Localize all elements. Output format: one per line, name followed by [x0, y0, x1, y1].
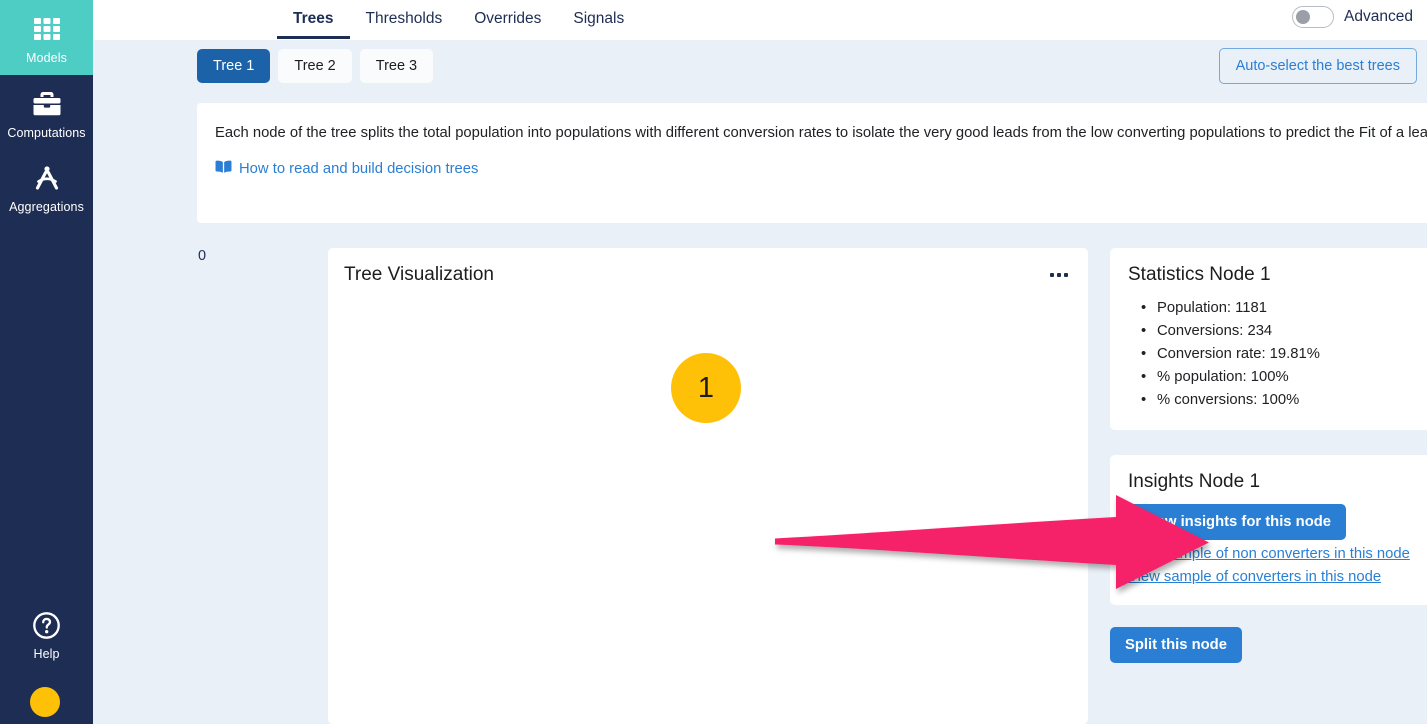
list-item: Population: 1181 — [1128, 297, 1427, 320]
split-this-node-button[interactable]: Split this node — [1110, 627, 1242, 663]
statistics-card: Statistics Node 1 Population: 1181 Conve… — [1110, 248, 1427, 430]
how-to-read-link-row[interactable]: How to read and build decision trees — [215, 159, 1427, 179]
sidebar-item-label: Models — [26, 51, 67, 65]
advanced-toggle[interactable] — [1292, 6, 1335, 28]
tree-tab-3[interactable]: Tree 3 — [359, 49, 434, 83]
tree-visualization-title: Tree Visualization — [344, 264, 494, 285]
depth-zero-marker: 0 — [198, 248, 207, 264]
sidebar-item-label: Aggregations — [9, 200, 84, 214]
app-root: Models Computations Aggregations Help Tr… — [0, 0, 1427, 724]
top-tabs: Trees Thresholds Overrides Signals — [277, 10, 640, 40]
tree-visualization-header: Tree Visualization — [328, 248, 1088, 286]
how-to-read-link[interactable]: How to read and build decision trees — [239, 161, 478, 177]
view-non-converters-link[interactable]: View sample of non converters in this no… — [1128, 543, 1427, 566]
description-text: Each node of the tree splits the total p… — [215, 125, 1427, 141]
sidebar-item-label: Computations — [7, 125, 86, 140]
statistics-title: Statistics Node 1 — [1128, 264, 1271, 285]
grid-icon — [30, 12, 64, 46]
tab-signals[interactable]: Signals — [557, 10, 640, 40]
book-icon — [215, 159, 232, 179]
main-content: Trees Thresholds Overrides Signals Advan… — [93, 0, 1427, 724]
advanced-toggle-group: Advanced — [1292, 6, 1413, 28]
tree-root-node[interactable]: 1 — [671, 353, 741, 423]
tab-thresholds[interactable]: Thresholds — [350, 10, 459, 40]
list-item: % population: 100% — [1128, 366, 1427, 389]
top-tab-bar: Trees Thresholds Overrides Signals Advan… — [93, 0, 1427, 40]
insights-links: View sample of non converters in this no… — [1128, 543, 1427, 589]
advanced-label: Advanced — [1344, 8, 1413, 25]
statistics-list: Population: 1181 Conversions: 234 Conver… — [1128, 297, 1427, 412]
ellipsis-icon[interactable] — [1050, 273, 1068, 277]
sidebar-item-computations[interactable]: Computations — [0, 75, 93, 150]
auto-select-best-trees-button[interactable]: Auto-select the best trees — [1218, 48, 1417, 84]
sidebar-item-aggregations[interactable]: Aggregations — [0, 149, 93, 224]
view-converters-link[interactable]: View sample of converters in this node — [1128, 566, 1427, 589]
description-card: Each node of the tree splits the total p… — [197, 103, 1427, 223]
view-insights-button[interactable]: View insights for this node — [1128, 504, 1346, 540]
toolbox-icon — [30, 87, 64, 121]
tab-overrides[interactable]: Overrides — [458, 10, 557, 40]
tree-tab-1[interactable]: Tree 1 — [197, 49, 271, 83]
help-circle-icon — [30, 608, 64, 642]
list-item: Conversions: 234 — [1128, 320, 1427, 343]
tree-visualization-card: Tree Visualization 1 — [328, 248, 1088, 724]
tree-tab-2[interactable]: Tree 2 — [278, 49, 352, 83]
left-sidebar: Models Computations Aggregations Help — [0, 0, 93, 724]
sidebar-item-label: Help — [33, 647, 60, 661]
insights-card: Insights Node 1 View insights for this n… — [1110, 455, 1427, 605]
tab-trees[interactable]: Trees — [277, 10, 350, 39]
toggle-knob — [1296, 9, 1311, 24]
tree-selector-row: Tree 1 Tree 2 Tree 3 Auto-select the bes… — [93, 40, 1427, 92]
sidebar-item-models[interactable]: Models — [0, 0, 93, 75]
sidebar-item-help[interactable]: Help — [0, 596, 93, 671]
list-item: % conversions: 100% — [1128, 389, 1427, 412]
insights-title: Insights Node 1 — [1128, 471, 1261, 492]
compass-icon — [30, 161, 64, 195]
right-panel: Statistics Node 1 Population: 1181 Conve… — [1110, 248, 1427, 663]
list-item: Conversion rate: 19.81% — [1128, 343, 1427, 366]
avatar[interactable] — [30, 687, 60, 717]
